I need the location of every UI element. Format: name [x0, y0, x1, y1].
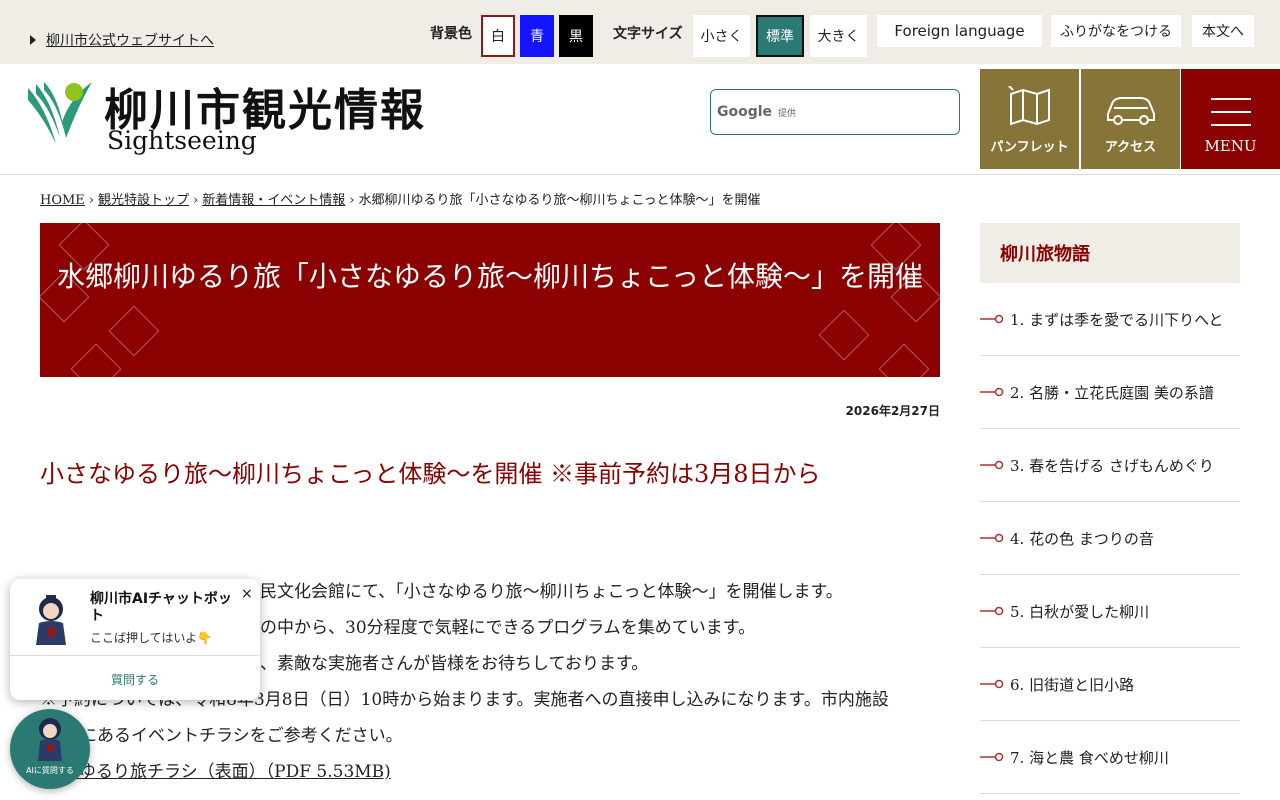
sidebar-item[interactable]: 6. 旧街道と旧小路 [980, 648, 1240, 721]
sidebar-item[interactable]: 4. 花の色 まつりの音 [980, 502, 1240, 575]
sidebar-heading: 柳川旅物語 [980, 223, 1240, 283]
sidebar-item[interactable]: 3. 春を告げる さげもんめぐり [980, 429, 1240, 502]
foreign-language-button[interactable]: Foreign language [877, 15, 1042, 47]
triangle-right-icon [30, 35, 36, 45]
menu-button[interactable]: MENU [1181, 69, 1280, 169]
page-title: 水郷柳川ゆるり旅「小さなゆるり旅～柳川ちょこっと体験～」を開催 [56, 260, 924, 293]
diamond-decoration [878, 343, 930, 377]
pamphlet-button[interactable]: パンフレット [980, 69, 1079, 169]
title-banner: 水郷柳川ゆるり旅「小さなゆるり旅～柳川ちょこっと体験～」を開催 [40, 223, 940, 377]
font-size-label: 文字サイズ [613, 26, 683, 42]
flyer-pdf-link[interactable]: なゆるり旅チラシ（表面）（PDF 5.53MB) [62, 762, 391, 782]
arrow-right-icon [980, 679, 1004, 689]
publish-date: 2026年2月27日 [845, 404, 940, 418]
background-color-label: 背景色 [430, 26, 472, 42]
access-label: アクセス [1104, 140, 1157, 155]
close-icon[interactable]: × [241, 586, 253, 602]
chatbot-popup[interactable]: 柳川市AIチャットボット ここば押してはいよ👇 × 質問する [10, 579, 260, 700]
furigana-button[interactable]: ふりがなをつける [1051, 15, 1181, 47]
utility-bar: 柳川市公式ウェブサイトへ 背景色 白 青 黒 文字サイズ 小さく 標準 大きく … [0, 0, 1280, 64]
font-standard-button[interactable]: 標準 [756, 15, 804, 57]
arrow-right-icon [980, 387, 1004, 397]
city-site-link-label: 柳川市公式ウェブサイトへ [46, 33, 214, 49]
bg-black-button[interactable]: 黒 [559, 15, 593, 57]
city-site-link[interactable]: 柳川市公式ウェブサイトへ [30, 30, 214, 50]
search-provided-label: 提供 [778, 108, 797, 119]
sidebar-item[interactable]: 1. まずは季を愛でる川下りへと [980, 283, 1240, 356]
sidebar-item[interactable]: 7. 海と農 食べめせ柳川 [980, 721, 1240, 794]
sidebar-item-label: 1. まずは季を愛でる川下りへと [1010, 310, 1224, 329]
diamond-decoration [70, 343, 122, 377]
pamphlet-label: パンフレット [990, 140, 1069, 155]
car-icon [1106, 97, 1155, 125]
site-header: 柳川市観光情報 Sightseeing Google 提供 パンフレット アクセ… [0, 64, 1280, 175]
sidebar-item-label: 4. 花の色 まつりの音 [1010, 529, 1154, 548]
chatbot-subtitle: ここば押してはいよ👇 [90, 631, 213, 645]
chatbot-launcher-label: AIに質問する [26, 766, 74, 775]
sidebar: 柳川旅物語 1. まずは季を愛でる川下りへと 2. 名勝・立花氏庭園 美の系譜 … [980, 223, 1240, 794]
font-small-button[interactable]: 小さく [693, 15, 750, 57]
arrow-right-icon [980, 460, 1004, 470]
breadcrumb: HOME › 観光特設トップ › 新着情報・イベント情報 › 水郷柳川ゆるり旅「小さなゆるり… [40, 189, 761, 208]
breadcrumb-home[interactable]: HOME [40, 193, 85, 208]
divider [10, 655, 260, 656]
arrow-right-icon [980, 533, 1004, 543]
diamond-decoration [818, 309, 870, 361]
site-subtitle: Sightseeing [107, 126, 257, 155]
chatbot-avatar-icon [38, 718, 62, 761]
chatbot-launcher-button[interactable]: AIに質問する [10, 709, 90, 789]
google-brand: Google [717, 104, 773, 120]
sidebar-item-label: 7. 海と農 食べめせ柳川 [1010, 748, 1169, 767]
breadcrumb-separator: › [193, 193, 199, 208]
diamond-decoration [108, 305, 160, 357]
font-large-button[interactable]: 大きく [810, 15, 867, 57]
breadcrumb-top[interactable]: 観光特設トップ [98, 193, 189, 208]
sidebar-item-label: 3. 春を告げる さげもんめぐり [1010, 456, 1214, 475]
chatbot-avatar-icon [36, 595, 66, 645]
sidebar-item[interactable]: 2. 名勝・立花氏庭園 美の系譜 [980, 356, 1240, 429]
article-subheading: 小さなゆるり旅～柳川ちょこっと体験～を開催 ※事前予約は3月8日から [40, 460, 821, 488]
bg-white-button[interactable]: 白 [481, 15, 515, 57]
search-input[interactable]: Google 提供 [710, 89, 960, 135]
arrow-right-icon [980, 752, 1004, 762]
sidebar-item[interactable]: 5. 白秋が愛した柳川 [980, 575, 1240, 648]
map-icon [1007, 86, 1050, 126]
chatbot-title: 柳川市AIチャットボット [90, 591, 232, 624]
bg-blue-button[interactable]: 青 [520, 15, 554, 57]
arrow-right-icon [980, 314, 1004, 324]
hamburger-icon [1210, 98, 1251, 126]
breadcrumb-current: 水郷柳川ゆるり旅「小さなゆるり旅～柳川ちょこっと体験～」を開催 [358, 193, 761, 208]
breadcrumb-separator: › [88, 193, 94, 208]
ask-question-button[interactable]: 質問する [10, 671, 260, 688]
body-line: にあるイベントチラシをご参考ください。 [80, 726, 403, 746]
arrow-right-icon [980, 606, 1004, 616]
sidebar-item-label: 5. 白秋が愛した柳川 [1010, 602, 1150, 621]
sidebar-item-label: 2. 名勝・立花氏庭園 美の系譜 [1010, 383, 1214, 402]
sidebar-item-label: 6. 旧街道と旧小路 [1010, 675, 1135, 694]
breadcrumb-separator: › [349, 193, 355, 208]
breadcrumb-news[interactable]: 新着情報・イベント情報 [202, 193, 345, 208]
city-logo-icon[interactable] [26, 78, 94, 146]
access-button[interactable]: アクセス [1081, 69, 1180, 169]
menu-label: MENU [1204, 137, 1257, 155]
skip-to-content-button[interactable]: 本文へ [1192, 15, 1254, 47]
